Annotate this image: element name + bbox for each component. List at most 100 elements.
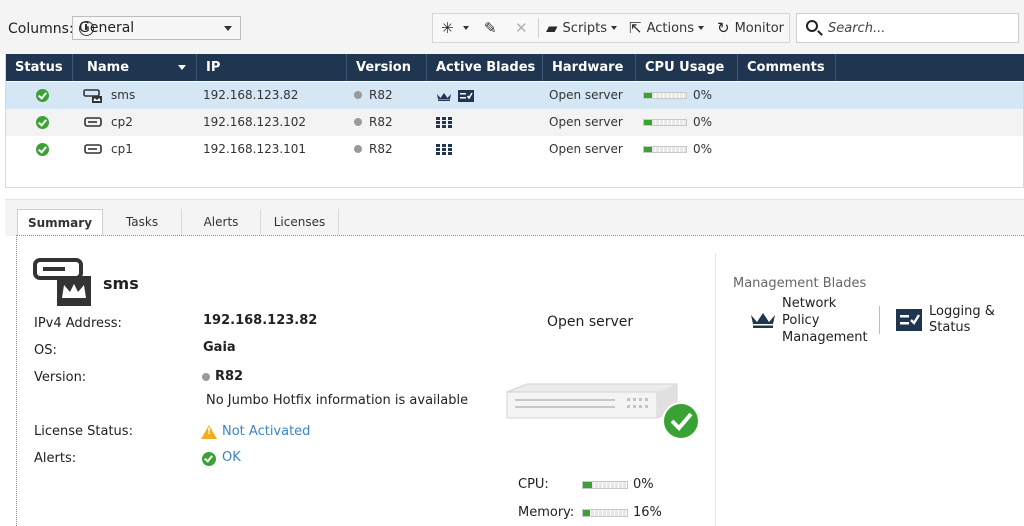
server-appliance-image bbox=[506, 383, 700, 440]
chevron-down-icon bbox=[462, 26, 469, 30]
status-ok-icon bbox=[36, 143, 49, 156]
status-ok-icon bbox=[36, 89, 49, 102]
row-version: R82 bbox=[354, 82, 393, 109]
search-box[interactable] bbox=[796, 13, 1019, 43]
monitor-button[interactable]: ↻ Monitor bbox=[717, 14, 784, 42]
cpu-label: CPU: bbox=[518, 477, 549, 492]
column-header-active-blades[interactable]: Active Blades bbox=[427, 54, 543, 81]
license-status-link[interactable]: Not Activated bbox=[222, 424, 310, 439]
edit-button[interactable]: ✎ bbox=[484, 14, 502, 42]
column-header-comments[interactable]: Comments bbox=[738, 54, 836, 81]
memory-bar-fill bbox=[583, 510, 590, 516]
cpu-usage-bar bbox=[643, 92, 687, 99]
management-blades-title: Management Blades bbox=[733, 276, 867, 291]
blades-grid-icon bbox=[436, 117, 452, 128]
row-cpu: 0% bbox=[693, 88, 713, 102]
management-server-large-icon bbox=[33, 258, 91, 306]
details-tab-strip: Summary Tasks Alerts Licenses bbox=[5, 199, 1024, 237]
chevron-down-icon bbox=[224, 26, 232, 31]
os-label: OS: bbox=[34, 343, 57, 358]
tab-licenses[interactable]: Licenses bbox=[261, 209, 339, 236]
warning-icon bbox=[201, 425, 217, 439]
panel-divider bbox=[715, 253, 716, 526]
table-row[interactable]: sms 192.168.123.82 R82 Open server 0% bbox=[6, 82, 1023, 109]
log-list-icon bbox=[458, 90, 474, 102]
close-icon: ✕ bbox=[515, 18, 528, 37]
scripts-label: Scripts bbox=[562, 20, 608, 36]
row-version-label: R82 bbox=[369, 115, 393, 129]
version-dot-icon bbox=[202, 373, 210, 381]
scripts-button[interactable]: ▰ Scripts bbox=[546, 14, 618, 42]
pencil-icon: ✎ bbox=[484, 18, 497, 37]
columns-select[interactable]: General bbox=[72, 16, 241, 40]
table-row[interactable]: cp1 192.168.123.101 R82 Open server 0% bbox=[6, 136, 1023, 163]
column-header-version[interactable]: Version bbox=[347, 54, 427, 81]
column-header-cpu-usage[interactable]: CPU Usage bbox=[636, 54, 738, 81]
chevron-down-icon bbox=[698, 26, 705, 30]
column-header-hardware[interactable]: Hardware bbox=[543, 54, 636, 81]
gateways-grid: Status Name IP Version Active Blades Har… bbox=[5, 54, 1024, 188]
alerts-label: Alerts: bbox=[34, 451, 77, 466]
table-row[interactable]: cp2 192.168.123.102 R82 Open server 0% bbox=[6, 109, 1023, 136]
management-server-icon bbox=[83, 89, 102, 103]
alerts-link[interactable]: OK bbox=[222, 450, 241, 465]
row-cpu: 0% bbox=[693, 142, 713, 156]
tab-alerts[interactable]: Alerts bbox=[182, 209, 261, 236]
ipv4-label: IPv4 Address: bbox=[34, 316, 122, 331]
blade-network-policy-management[interactable]: Network Policy Management bbox=[782, 295, 874, 346]
column-header-name-label: Name bbox=[87, 60, 130, 75]
column-header-ip[interactable]: IP bbox=[197, 54, 347, 81]
toolbar-actions-group: ✳ ✎ ✕ ▰ Scripts ⇱ Actions ↻ Monitor bbox=[432, 13, 790, 43]
gateway-icon bbox=[84, 117, 102, 127]
monitor-label: Monitor bbox=[734, 20, 784, 36]
hotfix-info: No Jumbo Hotfix information is available bbox=[206, 393, 469, 408]
version-label: Version: bbox=[34, 370, 87, 385]
cpu-usage-bar-fill bbox=[644, 147, 652, 152]
row-cpu: 0% bbox=[693, 115, 713, 129]
hardware-title: Open server bbox=[547, 314, 634, 330]
cpu-usage-bar-fill bbox=[644, 120, 652, 125]
row-hardware: Open server bbox=[549, 142, 623, 156]
cpu-bar bbox=[582, 481, 628, 489]
actions-button[interactable]: ⇱ Actions bbox=[629, 14, 705, 42]
refresh-icon: ↻ bbox=[717, 18, 730, 37]
row-version: R82 bbox=[354, 136, 393, 163]
crown-icon bbox=[437, 93, 451, 101]
status-ok-icon bbox=[36, 116, 49, 129]
blades-grid-icon bbox=[436, 144, 452, 155]
row-hardware: Open server bbox=[549, 115, 623, 129]
spark-icon: ✳ bbox=[441, 18, 454, 37]
spark-button[interactable]: ✳ bbox=[441, 14, 469, 42]
columns-select-value: General bbox=[79, 20, 135, 36]
license-status-label: License Status: bbox=[34, 424, 133, 439]
delete-button[interactable]: ✕ bbox=[515, 14, 533, 42]
search-input[interactable] bbox=[828, 19, 1008, 37]
toolbar-separator bbox=[538, 18, 539, 38]
blade-logging-status[interactable]: Logging & Status bbox=[929, 304, 1009, 336]
search-icon bbox=[806, 20, 818, 32]
row-ip: 192.168.123.82 bbox=[203, 88, 299, 102]
columns-label: Columns: bbox=[8, 21, 74, 37]
scripts-icon: ▰ bbox=[546, 18, 558, 37]
toolbar: Columns: General ✳ ✎ ✕ ▰ Scripts ⇱ Actio… bbox=[0, 0, 1024, 54]
sort-down-icon bbox=[178, 65, 186, 70]
memory-bar bbox=[582, 509, 628, 517]
grid-header: Status Name IP Version Active Blades Har… bbox=[6, 54, 1024, 81]
share-icon: ⇱ bbox=[629, 18, 642, 37]
row-ip: 192.168.123.101 bbox=[203, 142, 307, 156]
column-header-status[interactable]: Status bbox=[6, 54, 73, 81]
cpu-usage-bar bbox=[643, 146, 687, 153]
row-name: cp1 bbox=[111, 142, 133, 156]
column-header-name[interactable]: Name bbox=[73, 54, 197, 81]
memory-value: 16% bbox=[633, 505, 662, 520]
cpu-value: 0% bbox=[633, 477, 654, 492]
ipv4-value: 192.168.123.82 bbox=[203, 313, 318, 328]
version-dot-icon bbox=[354, 90, 362, 99]
row-ip: 192.168.123.102 bbox=[203, 115, 307, 129]
chevron-down-icon bbox=[611, 26, 618, 30]
version-dot-icon bbox=[354, 117, 362, 126]
tab-tasks[interactable]: Tasks bbox=[103, 209, 182, 236]
row-version: R82 bbox=[354, 109, 393, 136]
memory-label: Memory: bbox=[518, 505, 575, 520]
tab-summary[interactable]: Summary bbox=[17, 209, 103, 237]
